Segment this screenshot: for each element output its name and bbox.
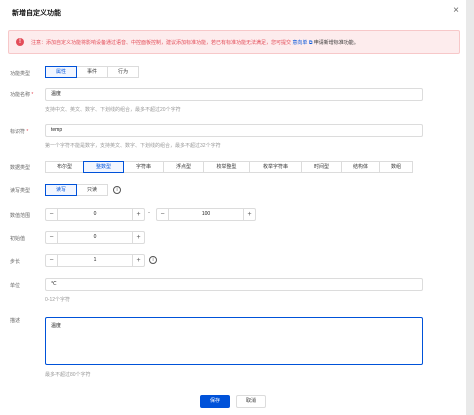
initial-value-value[interactable]: 0 xyxy=(58,232,132,243)
range-min-increment[interactable]: + xyxy=(132,209,144,220)
function-name-input[interactable]: 温度 xyxy=(45,88,423,101)
function-name-label-text: 功能名称 xyxy=(10,92,31,98)
step-increment[interactable]: + xyxy=(132,255,144,266)
notice-suffix: 申请新增标准功能。 xyxy=(313,40,359,46)
data-type-enum-string[interactable]: 枚举字符串 xyxy=(249,161,302,173)
data-type-enum-int[interactable]: 枚举整型 xyxy=(203,161,250,173)
value-range-label: 数值范围 xyxy=(10,213,31,219)
range-min-stepper[interactable]: − 0 + xyxy=(45,208,145,221)
data-type-label: 数据类型 xyxy=(10,165,31,171)
range-max-decrement[interactable]: − xyxy=(157,209,169,220)
identifier-label-text: 标识符 xyxy=(10,129,26,135)
description-hint: 最多不超过80个字符 xyxy=(45,372,91,378)
function-type-group: 属性 事件 行为 xyxy=(45,66,139,78)
data-type-group: 布尔型 整数型 字符串 浮点型 枚举整型 枚举字符串 时间型 结构体 数组 xyxy=(45,161,413,173)
step-stepper[interactable]: − 1 + xyxy=(45,254,145,267)
range-max-value[interactable]: 100 xyxy=(169,209,243,220)
identifier-label: 标识符 * xyxy=(10,128,28,135)
range-max-stepper[interactable]: − 100 + xyxy=(156,208,256,221)
rw-type-read-write[interactable]: 读写 xyxy=(45,184,77,196)
range-min-decrement[interactable]: − xyxy=(46,209,58,220)
rw-type-info-icon[interactable]: i xyxy=(113,186,121,194)
unit-input[interactable]: ℃ xyxy=(45,278,423,291)
data-type-int[interactable]: 整数型 xyxy=(83,161,124,173)
identifier-input[interactable]: temp xyxy=(45,124,423,137)
initial-value-decrement[interactable]: − xyxy=(46,232,58,243)
range-separator: - xyxy=(148,210,150,216)
function-type-label: 功能类型 xyxy=(10,71,31,77)
unit-label: 单位 xyxy=(10,283,21,289)
data-type-array[interactable]: 数组 xyxy=(379,161,413,173)
rw-type-read-only[interactable]: 只读 xyxy=(76,184,108,196)
data-type-string[interactable]: 字符串 xyxy=(123,161,164,173)
initial-value-label: 初始值 xyxy=(10,236,26,242)
intent-form-link[interactable]: 意向单 xyxy=(292,40,307,46)
rw-type-label: 读写类型 xyxy=(10,188,31,194)
save-button[interactable]: 保存 xyxy=(200,395,230,408)
data-type-time[interactable]: 时间型 xyxy=(301,161,342,173)
unit-hint: 0-12个字符 xyxy=(45,297,71,303)
function-type-action[interactable]: 行为 xyxy=(107,66,139,78)
data-type-struct[interactable]: 结构体 xyxy=(341,161,380,173)
data-type-float[interactable]: 浮点型 xyxy=(163,161,204,173)
function-type-property[interactable]: 属性 xyxy=(45,66,77,78)
warning-notice: ! 注意：添加自定义功能将影响设备通过语音、中控面板控制，建议添加标准功能，若已… xyxy=(8,30,460,54)
data-type-bool[interactable]: 布尔型 xyxy=(45,161,84,173)
description-textarea[interactable]: 温度 xyxy=(45,317,423,365)
function-type-event[interactable]: 事件 xyxy=(76,66,108,78)
rw-type-group: 读写 只读 xyxy=(45,184,108,196)
range-min-value[interactable]: 0 xyxy=(58,209,132,220)
close-icon[interactable]: × xyxy=(451,6,461,16)
required-mark: * xyxy=(26,129,29,135)
required-mark: * xyxy=(31,92,34,98)
cancel-button[interactable]: 取消 xyxy=(236,395,266,408)
external-link-icon: ⧉ xyxy=(308,40,313,46)
identifier-hint: 第一个字符不能是数字，支持英文、数字、下划线的组合，最多不超过32个字符 xyxy=(45,143,221,149)
description-label: 描述 xyxy=(10,318,21,324)
warning-icon: ! xyxy=(16,38,24,46)
function-name-hint: 支持中文、英文、数字、下划线的组合，最多不超过20个字符 xyxy=(45,107,181,113)
notice-message: 注意：添加自定义功能将影响设备通过语音、中控面板控制，建议添加标准功能，若已有标… xyxy=(31,40,292,46)
step-label: 步长 xyxy=(10,259,21,265)
initial-value-stepper[interactable]: − 0 + xyxy=(45,231,145,244)
range-max-increment[interactable]: + xyxy=(243,209,255,220)
notice-text: 注意：添加自定义功能将影响设备通过语音、中控面板控制，建议添加标准功能，若已有标… xyxy=(31,39,359,46)
add-function-dialog: 新增自定义功能 × ! 注意：添加自定义功能将影响设备通过语音、中控面板控制，建… xyxy=(0,0,466,415)
initial-value-increment[interactable]: + xyxy=(132,232,144,243)
step-decrement[interactable]: − xyxy=(46,255,58,266)
step-value[interactable]: 1 xyxy=(58,255,132,266)
dialog-title: 新增自定义功能 xyxy=(12,10,61,17)
function-name-label: 功能名称 * xyxy=(10,91,33,98)
step-info-icon[interactable]: i xyxy=(149,256,157,264)
